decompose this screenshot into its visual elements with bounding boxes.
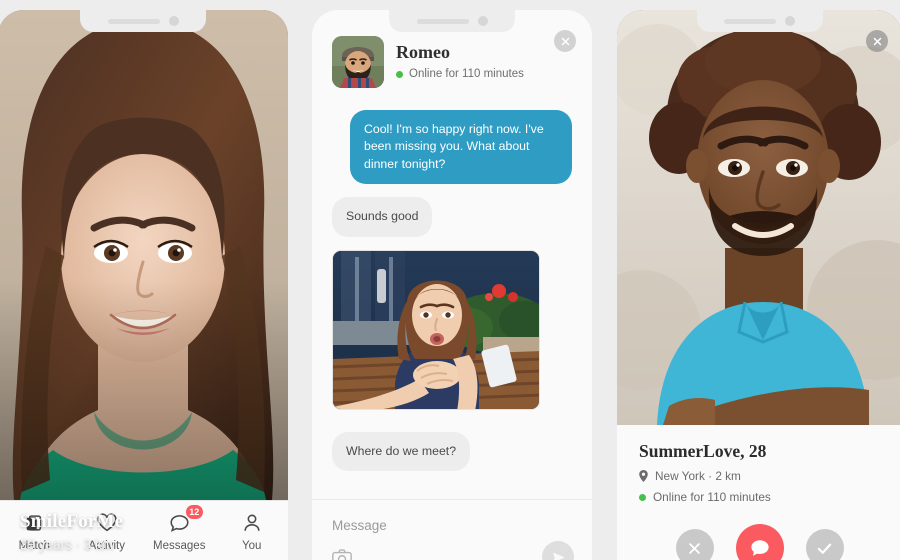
front-camera-dot: [785, 16, 795, 26]
phone-notch-1: [80, 10, 206, 32]
profile-location-row: New York · 2 km: [639, 469, 880, 483]
online-status-dot: [639, 493, 646, 501]
incoming-message-bubble[interactable]: Sounds good: [332, 197, 433, 237]
profile-location-text: New York · 2 km: [655, 469, 741, 483]
chat-bubble-icon: 12: [168, 505, 203, 536]
speaker-grille: [724, 18, 776, 24]
profile-name: SummerLove, 28: [639, 441, 767, 461]
location-pin-icon: [639, 470, 648, 482]
tab-you-label: You: [242, 540, 262, 552]
close-x-icon: [561, 37, 569, 45]
chat-online-status: Online for 110 minutes: [396, 68, 524, 80]
profile-screen-content: SummerLove, 28 New York · 2 km Online fo…: [617, 10, 900, 560]
phone-chat-screen: Romeo Online for 110 minutes Cool! I'm s…: [302, 0, 602, 560]
incoming-photo-message[interactable]: [332, 249, 540, 410]
close-x-icon: [873, 37, 881, 45]
profile-message-button[interactable]: [735, 524, 784, 560]
check-icon: [817, 543, 832, 554]
phone-profile-screen: SummerLove, 28 New York · 2 km Online fo…: [607, 0, 900, 560]
chat-status-text: Online for 110 minutes: [409, 68, 524, 80]
chat-message-list: Cool! I'm so happy right now. I've been …: [312, 96, 592, 494]
front-camera-dot: [477, 16, 488, 26]
message-row: [332, 249, 572, 410]
match-profile-meta: 29 years · 3 km: [20, 537, 114, 552]
match-screen-content: SmileForMe 29 years · 3 km Match Activit…: [0, 10, 288, 560]
profile-close-button[interactable]: [866, 30, 888, 52]
woman-blowing-kiss-photo: [333, 250, 539, 409]
tab-you[interactable]: You: [216, 510, 288, 552]
tab-messages-label: Messages: [153, 540, 206, 552]
profile-info-panel: SummerLove, 28 New York · 2 km Online fo…: [617, 425, 900, 560]
match-profile-name: SmileForMe: [20, 511, 124, 532]
front-camera-dot: [168, 16, 179, 26]
phone-notch-3: [696, 10, 823, 32]
close-x-icon: [689, 542, 700, 554]
camera-icon: [332, 549, 352, 560]
camera-attach-button[interactable]: [332, 549, 352, 560]
speaker-grille: [107, 18, 160, 24]
photo-gradient-overlay: [0, 280, 288, 500]
chat-bubble-icon: [750, 540, 769, 556]
message-row: Cool! I'm so happy right now. I've been …: [332, 110, 572, 185]
person-icon: [241, 510, 263, 536]
outgoing-message-bubble[interactable]: Cool! I'm so happy right now. I've been …: [350, 110, 572, 185]
phone-match-screen: SmileForMe 29 years · 3 km Match Activit…: [0, 0, 298, 560]
messages-badge: 12: [185, 505, 203, 519]
chat-header-text: Romeo Online for 110 minutes: [396, 36, 524, 80]
send-message-button[interactable]: [542, 541, 574, 560]
message-input[interactable]: Message: [332, 518, 572, 533]
profile-status-text: Online for 110 minutes: [653, 490, 771, 504]
man-avatar-illustration: [332, 36, 384, 88]
chat-close-button[interactable]: [554, 30, 576, 52]
send-paper-plane-icon: [552, 552, 565, 560]
tab-messages[interactable]: 12 Messages: [143, 505, 215, 552]
chat-screen-content: Romeo Online for 110 minutes Cool! I'm s…: [312, 10, 592, 560]
man-portrait-illustration: [617, 10, 900, 425]
profile-like-button[interactable]: [805, 529, 844, 560]
speaker-grille: [416, 18, 469, 24]
profile-dislike-button[interactable]: [675, 529, 714, 560]
message-composer: Message: [312, 499, 592, 560]
app-preview-stage: SmileForMe 29 years · 3 km Match Activit…: [0, 0, 900, 560]
message-row: Where do we meet?: [332, 431, 572, 472]
online-status-dot: [396, 70, 403, 78]
match-card-info: SmileForMe 29 years · 3 km: [20, 511, 123, 552]
profile-online-row: Online for 110 minutes: [639, 490, 880, 504]
profile-photo[interactable]: [617, 10, 900, 425]
chat-contact-name: Romeo: [396, 42, 450, 62]
profile-action-bar: [639, 524, 880, 560]
phone-notch-2: [389, 10, 515, 32]
chat-avatar[interactable]: [332, 36, 384, 88]
match-card-photo[interactable]: [0, 10, 288, 500]
incoming-message-bubble[interactable]: Where do we meet?: [332, 431, 471, 472]
message-row: Sounds good: [332, 197, 572, 237]
